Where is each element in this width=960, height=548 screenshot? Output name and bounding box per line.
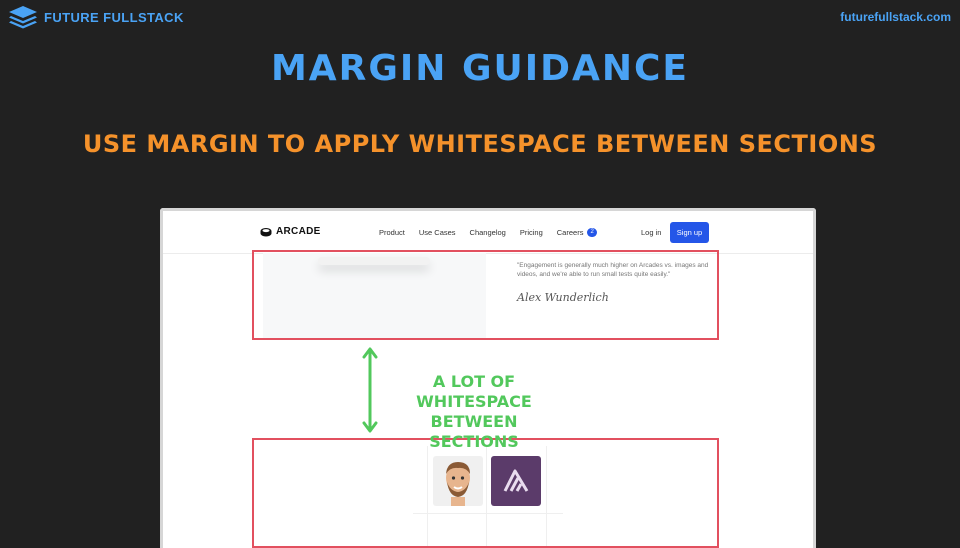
nav-changelog[interactable]: Changelog bbox=[470, 228, 506, 237]
slide-subtitle: USE MARGIN TO APPLY WHITESPACE BETWEEN S… bbox=[82, 130, 878, 158]
top-section-highlight bbox=[252, 250, 719, 340]
site-nav-links: Product Use Cases Changelog Pricing Care… bbox=[379, 228, 597, 237]
login-link[interactable]: Log in bbox=[641, 228, 661, 237]
arcade-logo-icon bbox=[260, 227, 272, 236]
nav-careers[interactable]: Careers 2 bbox=[557, 228, 597, 237]
signup-button[interactable]: Sign up bbox=[670, 222, 709, 243]
careers-badge: 2 bbox=[587, 228, 597, 237]
nav-use-cases[interactable]: Use Cases bbox=[419, 228, 456, 237]
site-logo-text: ARCADE bbox=[276, 226, 321, 237]
double-arrow-icon bbox=[362, 347, 378, 433]
nav-product[interactable]: Product bbox=[379, 228, 405, 237]
nav-careers-label: Careers bbox=[556, 228, 584, 237]
bottom-section-highlight bbox=[252, 438, 719, 548]
annotation-line-2: BETWEEN SECTIONS bbox=[429, 412, 519, 451]
site-navbar: ARCADE Product Use Cases Changelog Prici… bbox=[163, 211, 813, 254]
nav-pricing[interactable]: Pricing bbox=[520, 228, 543, 237]
slide-title: MARGIN GUIDANCE bbox=[270, 48, 690, 89]
site-logo[interactable]: ARCADE bbox=[260, 226, 321, 237]
annotation-line-1: A LOT OF WHITESPACE bbox=[416, 372, 532, 411]
brand-name: FUTURE FULLSTACK bbox=[44, 9, 184, 25]
brand: FUTURE FULLSTACK bbox=[8, 5, 184, 29]
whitespace-annotation: A LOT OF WHITESPACE BETWEEN SECTIONS bbox=[384, 372, 564, 452]
site-url[interactable]: futurefullstack.com bbox=[840, 10, 951, 24]
layers-logo-icon bbox=[9, 6, 37, 29]
